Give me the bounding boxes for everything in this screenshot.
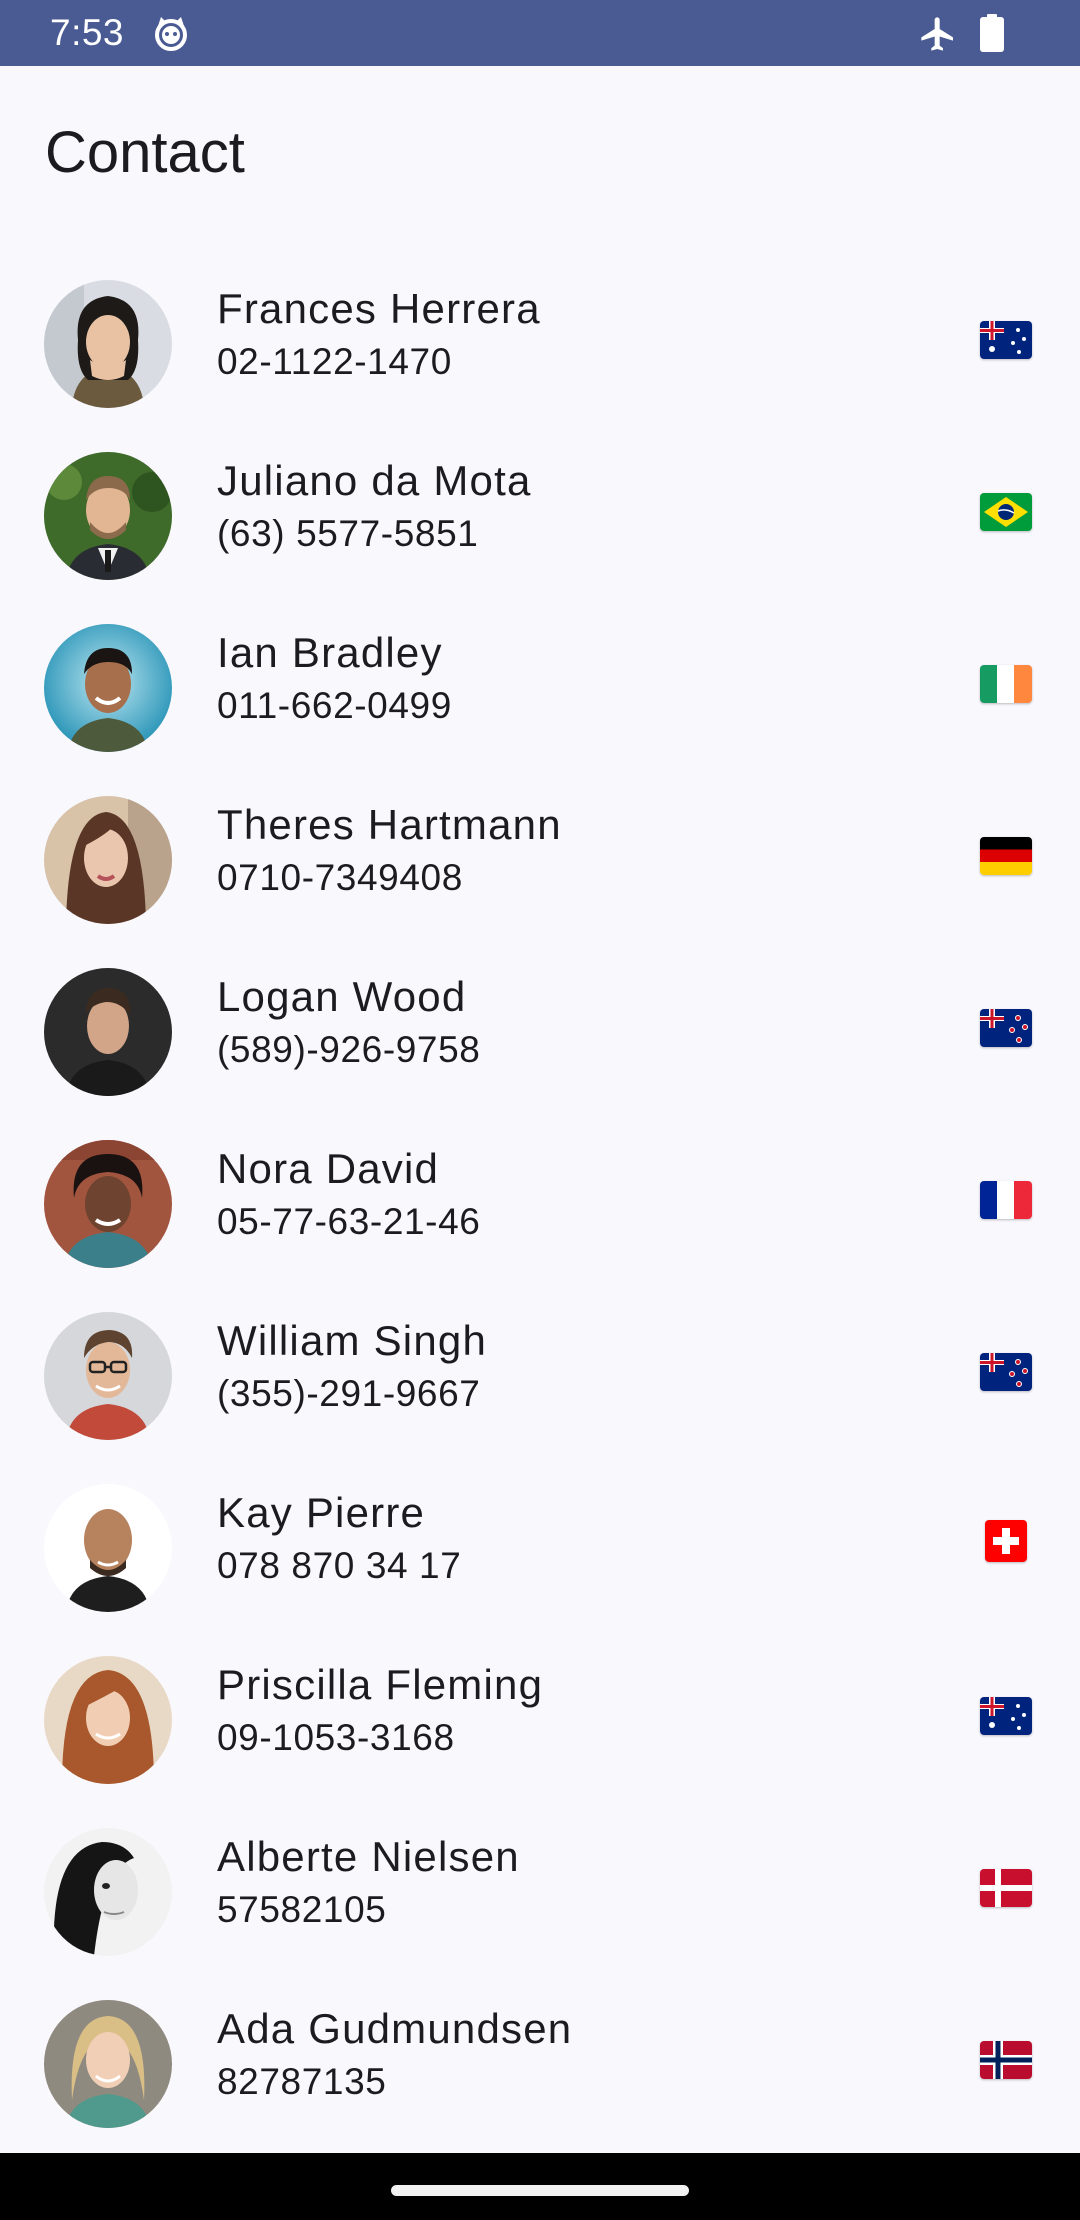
new-zealand-flag-icon (980, 1353, 1032, 1391)
contact-phone: (63) 5577-5851 (217, 513, 479, 554)
contact-list: Frances Herrera 02-1122-1470 Juliano da … (0, 253, 1080, 2145)
contact-name: Juliano da Mota (217, 457, 532, 504)
home-gesture-handle[interactable] (391, 2185, 689, 2196)
contact-row[interactable]: Frances Herrera 02-1122-1470 (0, 253, 1080, 425)
contact-row[interactable]: Logan Wood (589)-926-9758 (0, 941, 1080, 1113)
switzerland-flag-icon (985, 1520, 1027, 1562)
battery-icon (979, 14, 1005, 52)
contact-row[interactable]: Ian Bradley 011-662-0499 (0, 597, 1080, 769)
france-flag-icon (980, 1181, 1032, 1219)
contact-name: Ada Gudmundsen (217, 2005, 573, 2052)
contact-phone: 09-1053-3168 (217, 1717, 455, 1758)
status-bar: 7:53 (0, 0, 1080, 66)
contact-phone: 0710-7349408 (217, 857, 463, 898)
contact-phone: 02-1122-1470 (217, 341, 452, 382)
contact-row[interactable]: William Singh (355)-291-9667 (0, 1285, 1080, 1457)
avatar (44, 1484, 172, 1612)
avatar (44, 624, 172, 752)
contact-phone: (355)-291-9667 (217, 1373, 481, 1414)
contact-name: Priscilla Fleming (217, 1661, 544, 1708)
contact-row[interactable]: Ada Gudmundsen 82787135 (0, 1973, 1080, 2145)
contact-row[interactable]: Alberte Nielsen 57582105 (0, 1801, 1080, 1973)
contact-phone: 57582105 (217, 1889, 387, 1930)
avatar (44, 1656, 172, 1784)
avatar (44, 1828, 172, 1956)
avatar (44, 1140, 172, 1268)
contact-phone: 05-77-63-21-46 (217, 1201, 481, 1242)
contact-name: Theres Hartmann (217, 801, 562, 848)
cat-icon (152, 14, 190, 52)
brazil-flag-icon (980, 493, 1032, 531)
contact-name: Alberte Nielsen (217, 1833, 520, 1880)
avatar (44, 280, 172, 408)
norway-flag-icon (980, 2041, 1032, 2079)
contact-name: William Singh (217, 1317, 487, 1364)
avatar (44, 968, 172, 1096)
contact-name: Frances Herrera (217, 285, 541, 332)
australia-flag-icon (980, 1697, 1032, 1735)
contact-name: Kay Pierre (217, 1489, 426, 1536)
status-time: 7:53 (50, 12, 125, 53)
navigation-bar (0, 2153, 1080, 2220)
contact-row[interactable]: Priscilla Fleming 09-1053-3168 (0, 1629, 1080, 1801)
avatar (44, 452, 172, 580)
contact-row[interactable]: Juliano da Mota (63) 5577-5851 (0, 425, 1080, 597)
germany-flag-icon (980, 837, 1032, 875)
ireland-flag-icon (980, 665, 1032, 703)
contact-phone: 82787135 (217, 2061, 387, 2102)
airplane-icon (918, 14, 958, 54)
contact-row[interactable]: Nora David 05-77-63-21-46 (0, 1113, 1080, 1285)
page-title: Contact (45, 120, 245, 185)
avatar (44, 796, 172, 924)
avatar (44, 1312, 172, 1440)
denmark-flag-icon (980, 1869, 1032, 1907)
contact-phone: (589)-926-9758 (217, 1029, 481, 1070)
avatar (44, 2000, 172, 2128)
new-zealand-flag-icon (980, 1009, 1032, 1047)
contact-phone: 011-662-0499 (217, 685, 452, 726)
contact-name: Nora David (217, 1145, 440, 1192)
contact-name: Ian Bradley (217, 629, 443, 676)
contact-row[interactable]: Kay Pierre 078 870 34 17 (0, 1457, 1080, 1629)
australia-flag-icon (980, 321, 1032, 359)
contact-phone: 078 870 34 17 (217, 1545, 462, 1586)
contact-name: Logan Wood (217, 973, 467, 1020)
contact-row[interactable]: Theres Hartmann 0710-7349408 (0, 769, 1080, 941)
